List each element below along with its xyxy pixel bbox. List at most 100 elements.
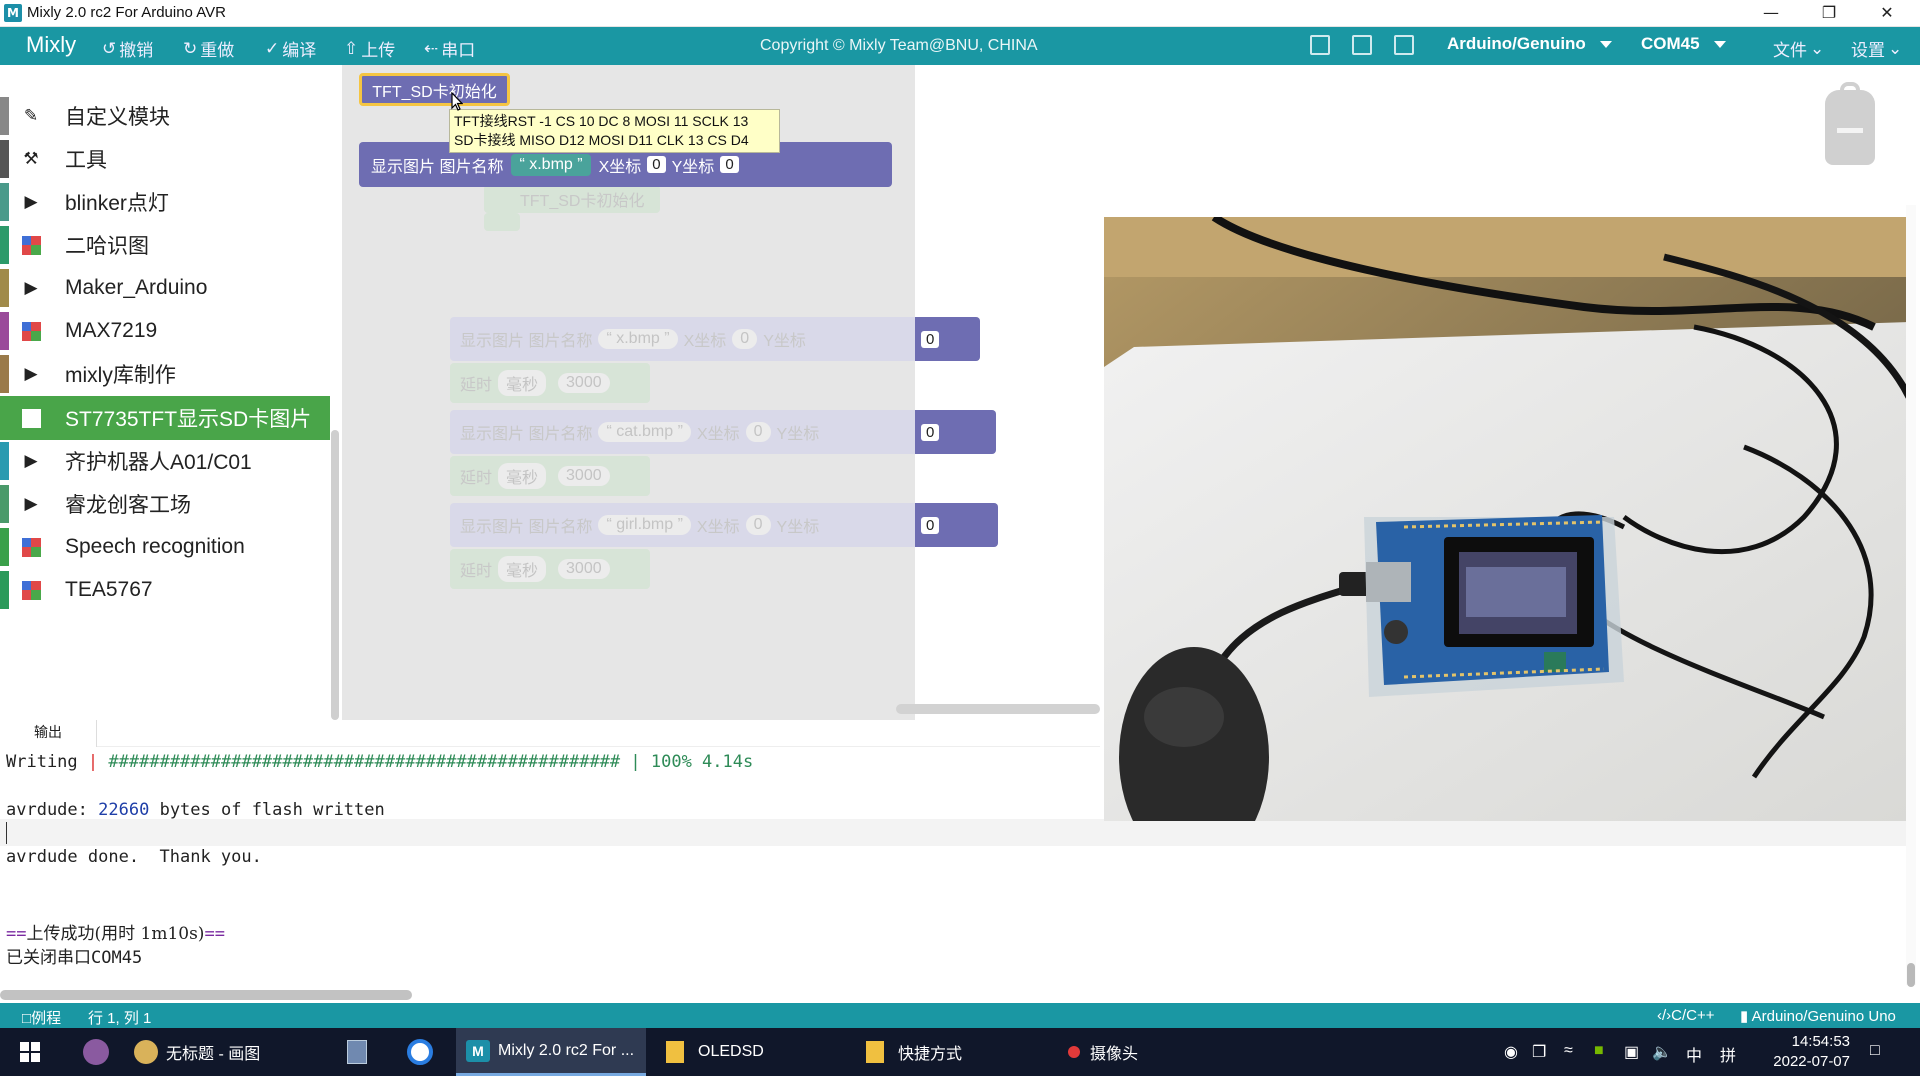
taskbar-paint[interactable]: 无标题 - 画图 — [134, 1028, 284, 1076]
settings-menu-label: 设置 — [1851, 41, 1885, 60]
code-panel-icon[interactable] — [1310, 35, 1330, 55]
sidebar-category-label: blinker点灯 — [65, 192, 169, 215]
compile-button[interactable]: ✓ 编译 — [265, 36, 316, 61]
copyright-text: Copyright © Mixly Team@BNU, CHINA — [760, 37, 1038, 54]
keyboard-layout-indicator[interactable]: 拼 — [1720, 1042, 1736, 1066]
compile-label: 编译 — [282, 41, 317, 60]
y-coord-field[interactable]: 0 — [720, 156, 739, 173]
sidebar-category[interactable]: ✎ 自定义模块 — [0, 94, 330, 138]
settings-menu[interactable]: 设置 ⌄ — [1851, 36, 1902, 61]
language-indicator[interactable]: ‹/›C/C++ — [1657, 1007, 1715, 1024]
taskbar-folder-shortcut[interactable]: 快捷方式 — [866, 1028, 1016, 1076]
tft-sd-init-block[interactable]: TFT_SD卡初始化 — [359, 73, 510, 106]
code-view-icon[interactable] — [1394, 35, 1414, 55]
sidebar-category[interactable]: ST7735TFT显示SD卡图片 — [0, 396, 330, 440]
start-button[interactable] — [12, 1028, 48, 1076]
sidebar-category[interactable]: Speech recognition — [0, 525, 330, 569]
tft-sd-init-label: TFT_SD卡初始化 — [372, 83, 497, 101]
taskbar-app-icon[interactable] — [76, 1028, 116, 1076]
taskbar-browser[interactable] — [402, 1028, 438, 1076]
document-icon: □ — [22, 1010, 32, 1027]
sidebar-category[interactable]: ▶ blinker点灯 — [0, 180, 330, 224]
taskbar-camera[interactable]: 摄像头 — [1068, 1028, 1218, 1076]
taskbar-mixly[interactable]: M Mixly 2.0 rc2 For ... — [456, 1028, 646, 1076]
show-image-block-tail: 0 — [915, 317, 980, 361]
sidebar-category[interactable]: TEA5767 — [0, 568, 330, 612]
status-bar: □例程 行 1, 列 1 ‹/›C/C++ ▮ Arduino/Genuino … — [0, 1003, 1920, 1028]
undo-button[interactable]: ↺ 撤销 — [102, 36, 153, 61]
x-coord-field[interactable]: 0 — [647, 156, 666, 173]
serial-closed-line: 已关闭串口COM45 — [6, 948, 143, 968]
port-select[interactable]: COM45 — [1641, 34, 1726, 54]
filename-field[interactable]: “ x.bmp ” — [511, 153, 591, 176]
category-color-bar — [0, 226, 9, 264]
console-current-line — [0, 819, 1910, 846]
nvidia-icon[interactable]: ■ — [1594, 1042, 1604, 1060]
chevron-down-icon — [1599, 41, 1612, 49]
chevron-down-icon: ⌄ — [1810, 38, 1825, 58]
brand-logo[interactable]: Mixly — [26, 32, 76, 58]
tab-output[interactable]: 输出 — [0, 720, 97, 747]
notification-icon[interactable]: □ — [1870, 1042, 1880, 1060]
chevron-down-icon: ⌄ — [1888, 38, 1903, 58]
undo-label: 撤销 — [119, 41, 154, 60]
filename-value: x.bmp — [529, 155, 573, 173]
volume-icon[interactable]: 🔈 — [1652, 1042, 1672, 1062]
ghost-delay-block: 延时 毫秒 3000 — [450, 549, 650, 589]
mixly-app-icon: M — [4, 4, 22, 22]
sidebar-scrollbar[interactable] — [331, 430, 339, 720]
close-button[interactable]: ✕ — [1858, 0, 1916, 27]
file-menu[interactable]: 文件 ⌄ — [1773, 36, 1824, 61]
show-image-block-tail: 0 — [915, 503, 998, 547]
puzzle-icon — [20, 320, 42, 342]
camera-photo — [1104, 217, 1909, 821]
ghost-x-label: X坐标 — [696, 426, 740, 443]
console-hscroll[interactable] — [0, 990, 412, 1000]
taskbar-folder-oledsd[interactable]: OLEDSD — [666, 1028, 816, 1076]
output-vscroll[interactable] — [1906, 205, 1916, 985]
upload-button[interactable]: ⇧ 上传 — [344, 36, 395, 61]
upload-label: 上传 — [361, 41, 396, 60]
category-color-bar — [0, 442, 9, 480]
backpack-icon[interactable] — [1825, 82, 1875, 165]
serial-button[interactable]: ⇠ 串口 — [424, 36, 475, 61]
system-clock[interactable]: 14:54:53 2022-07-07 — [1773, 1032, 1850, 1072]
tray-app-icon[interactable]: ◉ — [1504, 1042, 1518, 1062]
tray-window-icon[interactable]: ❐ — [1532, 1042, 1546, 1062]
output-vscroll-thumb[interactable] — [1907, 963, 1915, 987]
redo-button[interactable]: ↻ 重做 — [183, 36, 234, 61]
workspace-hscroll[interactable] — [896, 704, 1100, 714]
sidebar-category[interactable]: ▶ 齐护机器人A01/C01 — [0, 439, 330, 483]
board-indicator[interactable]: ▮ Arduino/Genuino Uno — [1740, 1007, 1896, 1025]
sidebar-category[interactable]: 二哈识图 — [0, 223, 330, 267]
ime-indicator[interactable]: 中 — [1686, 1042, 1702, 1066]
ghost-init-tail — [484, 213, 520, 231]
minimize-button[interactable]: — — [1742, 0, 1800, 27]
battery-icon[interactable]: ▣ — [1624, 1042, 1639, 1062]
flash-written-line: avrdude: 22660 bytes of flash written — [6, 800, 385, 820]
x-coord-label: X坐标 — [598, 158, 642, 176]
category-color-bar — [0, 528, 9, 566]
board-select[interactable]: Arduino/Genuino — [1447, 34, 1612, 54]
examples-button[interactable]: □例程 — [22, 1007, 61, 1028]
sidebar-category[interactable]: MAX7219 — [0, 309, 330, 353]
split-view-icon[interactable] — [1352, 35, 1372, 55]
category-sidebar: ✎ 自定义模块 ⚒ 工具 ▶ blinker点灯 二哈识图 ▶ Maker_Arduino MAX… — [0, 65, 342, 720]
ghost-filename-value: girl.bmp — [616, 516, 674, 533]
redo-icon: ↻ — [183, 38, 198, 58]
ghost-show-label: 显示图片 图片名称 — [460, 519, 593, 536]
wifi-icon[interactable]: ≈ — [1564, 1042, 1573, 1060]
sidebar-category[interactable]: ▶ mixly库制作 — [0, 352, 330, 396]
sidebar-category[interactable]: ▶ 睿龙创客工场 — [0, 482, 330, 526]
clock-date: 2022-07-07 — [1773, 1053, 1850, 1070]
restore-button[interactable]: ❐ — [1800, 0, 1858, 27]
sidebar-category[interactable]: ▶ Maker_Arduino — [0, 266, 330, 310]
upload-progress-bar: ########################################… — [108, 752, 621, 772]
camera-preview — [1104, 217, 1909, 821]
taskbar-calculator[interactable] — [342, 1028, 372, 1076]
ghost-x-label: X坐标 — [696, 519, 740, 536]
sidebar-category-label: mixly库制作 — [65, 364, 176, 387]
sidebar-category[interactable]: ⚒ 工具 — [0, 137, 330, 181]
category-color-bar — [0, 140, 9, 178]
ghost-show-label: 显示图片 图片名称 — [460, 333, 593, 350]
